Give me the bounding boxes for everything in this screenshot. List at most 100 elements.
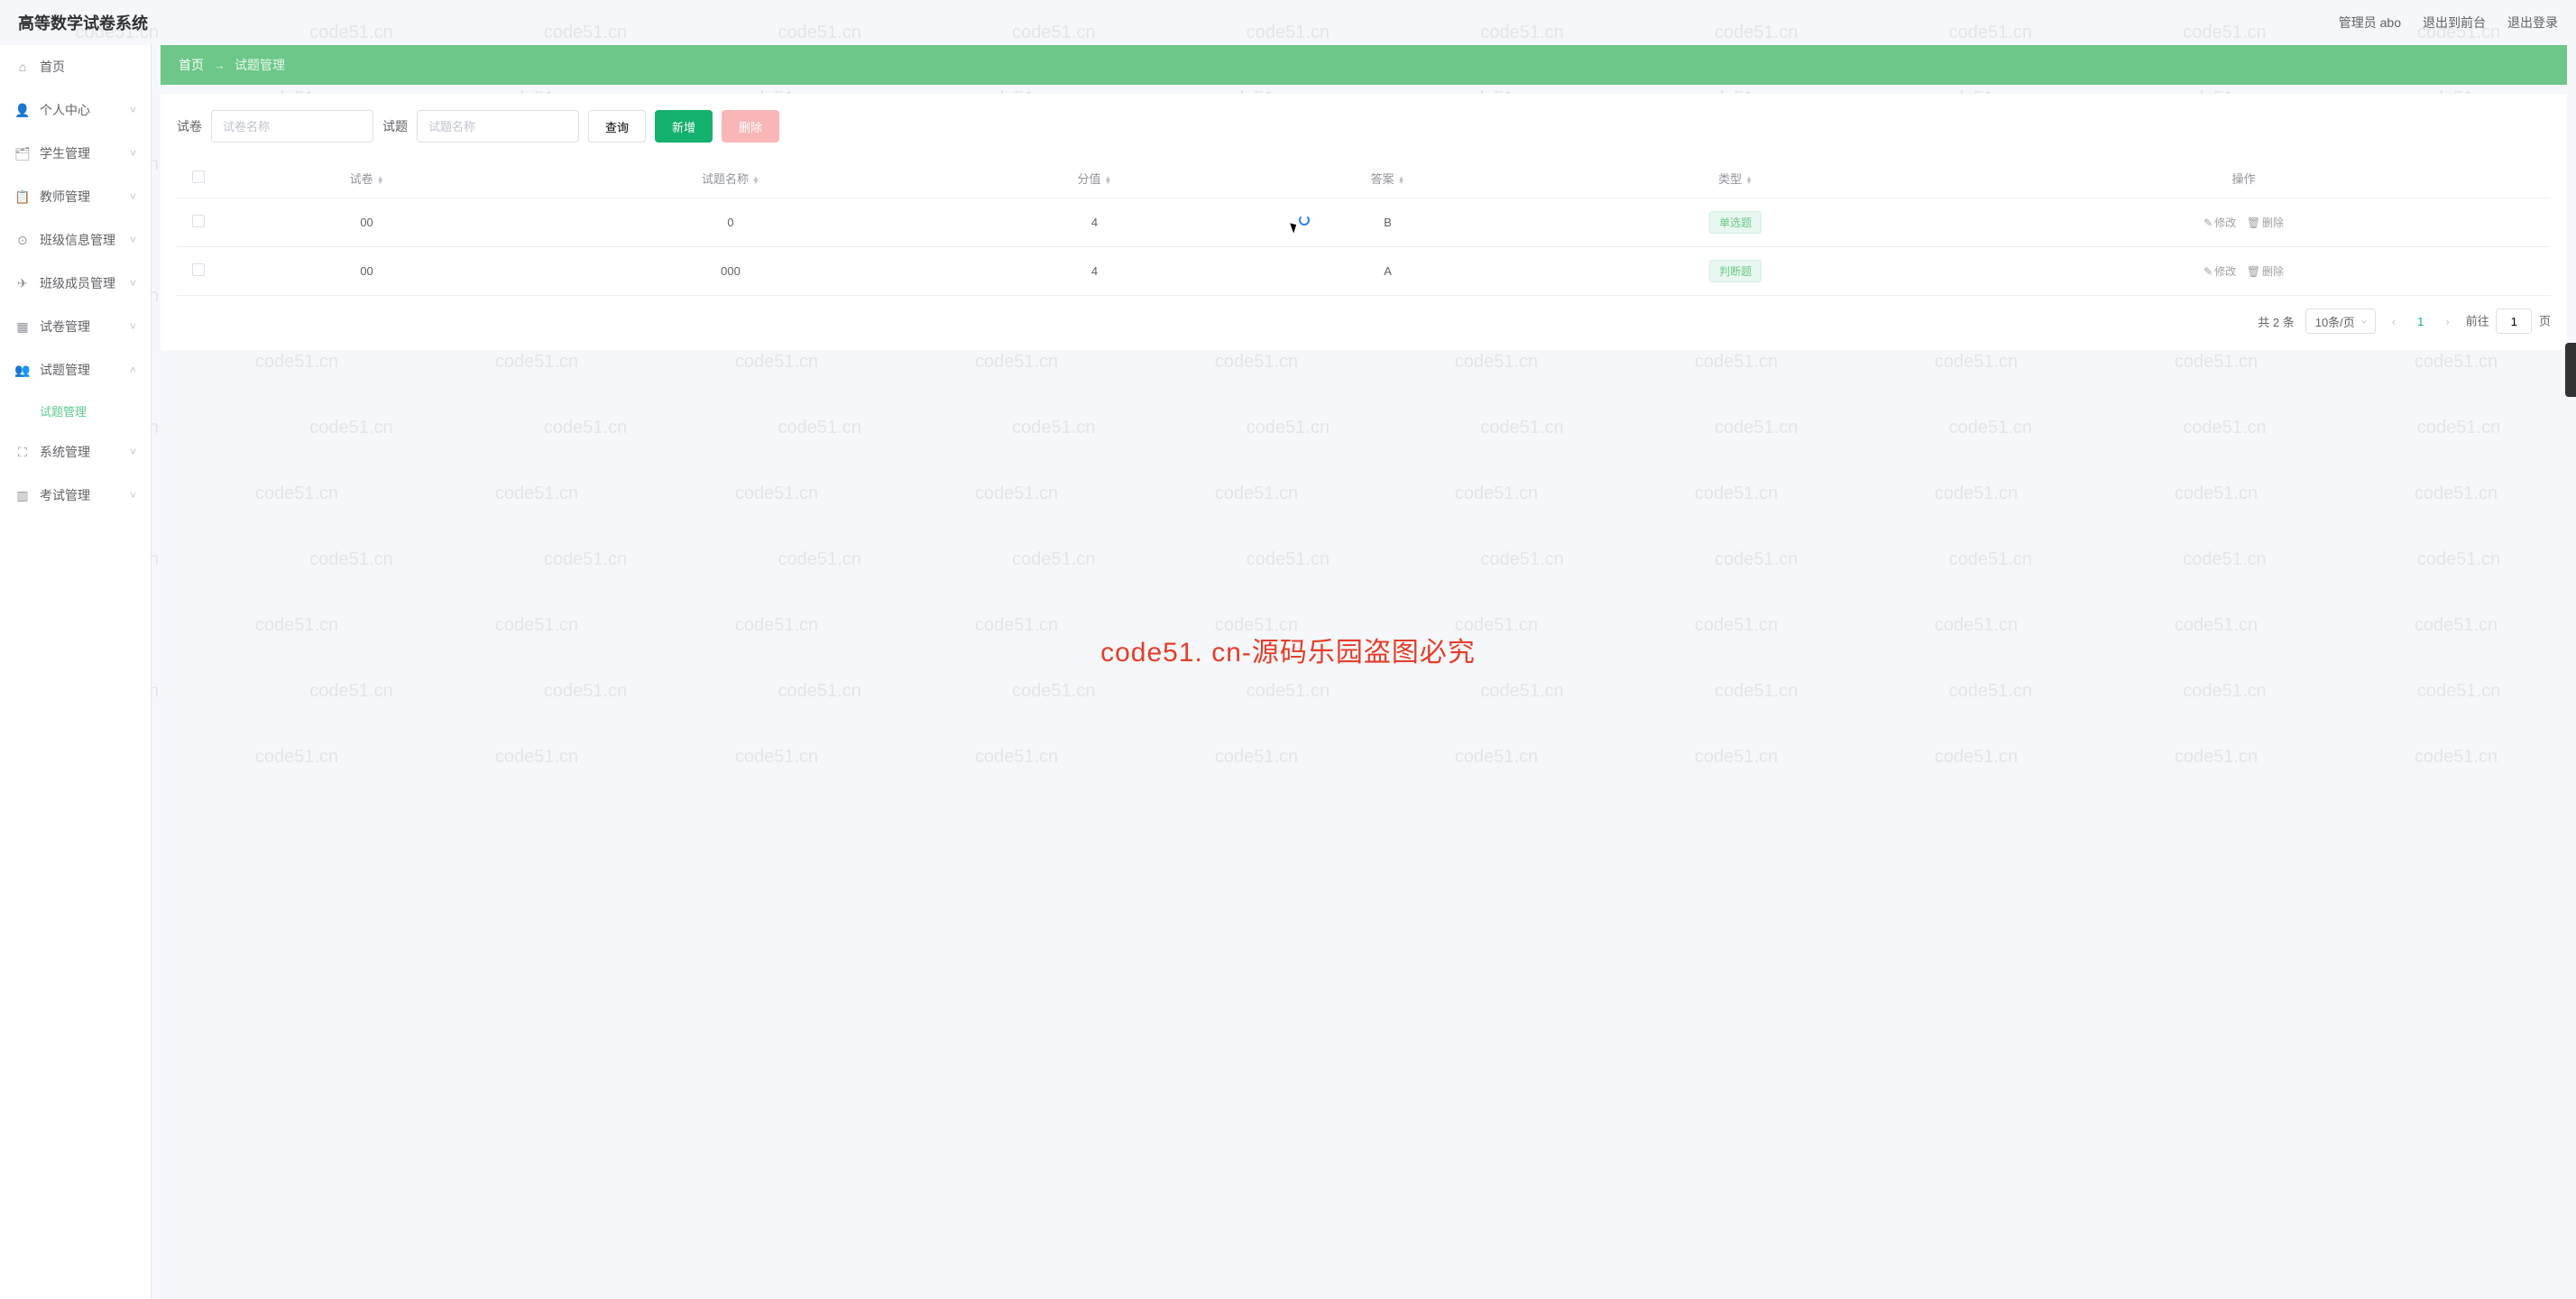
trash-icon: 🗑 (2247, 265, 2260, 278)
edit-button[interactable]: ✎修改 (2203, 265, 2236, 278)
query-button[interactable]: 查询 (588, 110, 646, 143)
cell-action: ✎修改 🗑删除 (1937, 198, 2551, 247)
cell-score: 4 (948, 198, 1241, 247)
edit-button[interactable]: ✎修改 (2203, 216, 2236, 229)
cell-type: 判断题 (1534, 247, 1937, 296)
sidebar-item-3[interactable]: 📋 教师管理 ˅ (0, 175, 151, 218)
col-question-name[interactable]: 试题名称▲▼ (513, 159, 948, 198)
side-handle[interactable] (2565, 343, 2576, 397)
sidebar-item-label: 系统管理 (40, 443, 90, 461)
chevron-down-icon: ˅ (130, 446, 136, 458)
user-icon: 👤 (14, 103, 31, 118)
sidebar-item-7[interactable]: 👥 试题管理 ˄ (0, 348, 151, 392)
table-body: 00 0 4 B 单选题 ✎修改 🗑删除 00 000 4 A 判断题 ✎修改 … (177, 198, 2551, 296)
main-content: 首页 → 试题管理 试卷 试题 查询 新增 删除 试卷▲▼ 试题名称▲▼ (152, 45, 2576, 1299)
col-paper[interactable]: 试卷▲▼ (220, 159, 513, 198)
total-count: 共 2 条 (2258, 313, 2294, 330)
label-paper: 试卷 (177, 117, 202, 135)
submenu-item[interactable]: 试题管理 (0, 392, 151, 430)
question-icon: 👥 (14, 363, 31, 378)
sidebar: ⌂首页👤个人中心˅🗂学生管理˅📋教师管理˅⊙班级信息管理˅✈班级成员管理˅▦试卷… (0, 45, 152, 1299)
chevron-down-icon: ˅ (130, 190, 136, 203)
chevron-down-icon: ˅ (130, 234, 136, 246)
col-type[interactable]: 类型▲▼ (1534, 159, 1937, 198)
teacher-icon: 📋 (14, 189, 31, 205)
sidebar-item-label: 试题管理 (40, 361, 90, 379)
row-checkbox[interactable] (192, 263, 205, 276)
select-all-checkbox[interactable] (192, 170, 205, 183)
table-row: 00 000 4 A 判断题 ✎修改 🗑删除 (177, 247, 2551, 296)
col-answer[interactable]: 答案▲▼ (1241, 159, 1534, 198)
paper-icon: ▦ (14, 319, 31, 335)
chevron-down-icon: ˅ (130, 320, 136, 333)
cell-answer: B (1241, 198, 1534, 247)
input-paper-name[interactable] (211, 110, 373, 143)
back-frontend-link[interactable]: 退出到前台 (2423, 14, 2486, 32)
cell-paper: 00 (220, 247, 513, 296)
exam-icon: ▥ (14, 488, 31, 503)
label-question: 试题 (382, 117, 408, 135)
sidebar-item-2[interactable]: 🗂学生管理˅ (0, 132, 151, 175)
sidebar-item-label: 教师管理 (40, 188, 90, 206)
sort-icon: ▲▼ (752, 177, 759, 184)
breadcrumb-separator: → (213, 58, 225, 72)
admin-label[interactable]: 管理员 abo (2339, 14, 2401, 32)
logout-link[interactable]: 退出登录 (2507, 14, 2558, 32)
sidebar-item-5[interactable]: ✈班级成员管理˅ (0, 262, 151, 305)
sidebar-item-4[interactable]: ⊙ 班级信息管理 ˅ (0, 218, 151, 262)
app-logo: 高等数学试卷系统 (18, 11, 148, 34)
class-icon: ⊙ (14, 233, 31, 248)
system-icon: ⛶ (14, 445, 31, 460)
sidebar-item-8[interactable]: ⛶ 系统管理 ˅ (0, 430, 151, 474)
breadcrumb-current: 试题管理 (235, 56, 285, 74)
member-icon: ✈ (14, 276, 31, 291)
sidebar-item-label: 班级信息管理 (40, 231, 115, 249)
table-row: 00 0 4 B 单选题 ✎修改 🗑删除 (177, 198, 2551, 247)
cell-answer: A (1241, 247, 1534, 296)
breadcrumb-home[interactable]: 首页 (179, 56, 204, 74)
pagination: 共 2 条 10条/页 ‹ 1 › 前往 页 (177, 296, 2551, 334)
sidebar-item-9[interactable]: ▥ 考试管理 ˅ (0, 474, 151, 517)
page-jump: 前往 页 (2466, 309, 2551, 334)
cell-score: 4 (948, 247, 1241, 296)
delete-button[interactable]: 🗑删除 (2247, 265, 2284, 278)
sidebar-item-label: 考试管理 (40, 486, 90, 504)
home-icon: ⌂ (14, 60, 31, 74)
delete-button[interactable]: 删除 (722, 110, 779, 143)
cell-question-name: 000 (513, 247, 948, 296)
type-tag: 单选题 (1709, 211, 1762, 234)
sidebar-item-label: 学生管理 (40, 144, 90, 162)
next-page[interactable]: › (2440, 315, 2454, 328)
cell-action: ✎修改 🗑删除 (1937, 247, 2551, 296)
edit-icon: ✎ (2203, 216, 2213, 229)
sort-icon: ▲▼ (377, 177, 384, 184)
sidebar-item-0[interactable]: ⌂首页 (0, 45, 151, 88)
sidebar-item-1[interactable]: 👤个人中心˅ (0, 88, 151, 132)
cell-type: 单选题 (1534, 198, 1937, 247)
edit-icon: ✎ (2203, 265, 2213, 278)
cell-paper: 00 (220, 198, 513, 247)
col-action: 操作 (1937, 159, 2551, 198)
delete-button[interactable]: 🗑删除 (2247, 216, 2284, 229)
sort-icon: ▲▼ (1398, 177, 1405, 184)
chevron-down-icon: ˅ (130, 489, 136, 502)
sidebar-item-6[interactable]: ▦试卷管理˅ (0, 305, 151, 348)
sidebar-item-label: 个人中心 (40, 101, 90, 119)
breadcrumb: 首页 → 试题管理 (161, 45, 2567, 85)
input-question-name[interactable] (417, 110, 579, 143)
cell-question-name: 0 (513, 198, 948, 247)
chevron-up-icon: ˄ (130, 364, 136, 376)
col-score[interactable]: 分值▲▼ (948, 159, 1241, 198)
page-number[interactable]: 1 (2412, 315, 2429, 328)
add-button[interactable]: 新增 (655, 110, 713, 143)
student-icon: 🗂 (14, 146, 31, 161)
trash-icon: 🗑 (2247, 216, 2260, 229)
page-size-select[interactable]: 10条/页 (2305, 309, 2376, 334)
row-checkbox[interactable] (192, 215, 205, 227)
sort-icon: ▲▼ (1104, 177, 1111, 184)
page-jump-input[interactable] (2496, 309, 2532, 334)
sidebar-item-label: 班级成员管理 (40, 274, 115, 292)
content-panel: 试卷 试题 查询 新增 删除 试卷▲▼ 试题名称▲▼ 分值▲▼ 答案▲▼ 类型▲… (161, 94, 2567, 350)
search-bar: 试卷 试题 查询 新增 删除 (177, 110, 2551, 143)
prev-page[interactable]: ‹ (2387, 315, 2401, 328)
